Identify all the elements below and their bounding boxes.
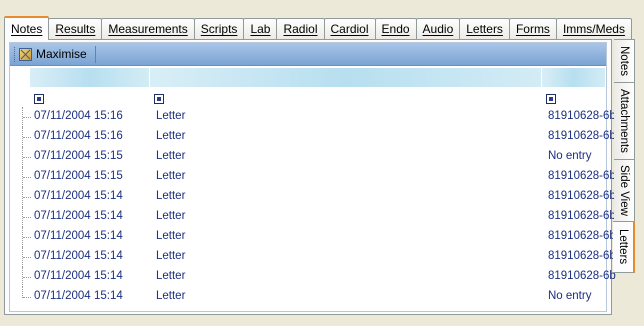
maximise-icon <box>19 47 32 61</box>
side-tab-side-view-label: Side View <box>618 165 630 216</box>
row-type: Letter <box>156 170 186 182</box>
type-column-icon[interactable] <box>154 94 164 104</box>
date-column-icon[interactable] <box>34 94 44 104</box>
row-date: 07/11/2004 <box>34 170 91 182</box>
table-row[interactable]: 07/11/2004 15:16 Letter 81910628-6b <box>10 107 616 127</box>
row-ref: 81910628-6b <box>548 190 616 202</box>
tab-audio[interactable]: Audio <box>415 18 461 39</box>
side-tab-letters-label: Letters <box>617 229 629 265</box>
row-time: 15:16 <box>94 130 123 142</box>
side-tab-attachments-label: Attachments <box>618 89 630 153</box>
table-row[interactable]: 07/11/2004 15:14 Letter 81910628-6b <box>10 207 616 227</box>
letters-rows: 07/11/2004 15:16 Letter 81910628-6b 07/1… <box>10 107 616 307</box>
side-tab-attachments[interactable]: Attachments <box>614 82 635 160</box>
side-tab-notes[interactable]: Notes <box>614 39 635 83</box>
tree-connector <box>22 107 32 127</box>
row-time: 15:14 <box>94 250 123 262</box>
side-tab-notes-label: Notes <box>618 45 630 77</box>
tab-lab[interactable]: Lab <box>243 18 278 39</box>
notes-panel: Maximise 07/11/2004 15:16 Letter 8191062… <box>4 39 616 315</box>
row-date: 07/11/2004 <box>34 250 91 262</box>
row-ref: 81910628-6b <box>548 270 616 282</box>
tree-connector <box>22 167 32 187</box>
tab-radiol[interactable]: Radiol <box>276 18 325 39</box>
side-tab-bar: Notes Attachments Side View Letters <box>613 39 636 273</box>
row-date: 07/11/2004 <box>34 270 91 282</box>
row-ref: 81910628-6b <box>548 130 616 142</box>
list-toolbar: Maximise <box>10 43 606 66</box>
tree-connector <box>22 287 32 298</box>
tree-connector <box>22 147 32 167</box>
tree-connector <box>22 127 32 147</box>
row-date: 07/11/2004 <box>34 150 91 162</box>
tab-cardiol[interactable]: Cardiol <box>323 18 376 39</box>
table-row[interactable]: 07/11/2004 15:16 Letter 81910628-6b <box>10 127 616 147</box>
row-date: 07/11/2004 <box>34 290 91 302</box>
row-time: 15:14 <box>94 190 123 202</box>
row-type: Letter <box>156 270 186 282</box>
row-ref: No entry <box>548 290 592 302</box>
tree-connector <box>22 227 32 247</box>
tree-connector <box>22 187 32 207</box>
row-time: 15:15 <box>94 150 123 162</box>
row-time: 15:14 <box>94 230 123 242</box>
row-ref: 81910628-6b <box>548 250 616 262</box>
row-time: 15:15 <box>94 170 123 182</box>
table-row[interactable]: 07/11/2004 15:15 Letter 81910628-6b <box>10 167 616 187</box>
row-time: 15:14 <box>94 290 123 302</box>
tab-forms[interactable]: Forms <box>508 18 557 39</box>
tab-letters[interactable]: Letters <box>459 18 510 39</box>
column-header-ref[interactable] <box>542 68 606 87</box>
table-row[interactable]: 07/11/2004 15:14 Letter 81910628-6b <box>10 187 616 207</box>
row-date: 07/11/2004 <box>34 110 91 122</box>
row-ref: 81910628-6b <box>548 230 616 242</box>
row-ref: 81910628-6b <box>548 110 616 122</box>
row-ref: No entry <box>548 150 592 162</box>
column-icon-row <box>10 94 606 105</box>
row-type: Letter <box>156 210 186 222</box>
row-time: 15:14 <box>94 270 123 282</box>
row-type: Letter <box>156 150 186 162</box>
tab-results[interactable]: Results <box>48 18 103 39</box>
toolbar-grip[interactable] <box>14 46 16 62</box>
tree-connector <box>22 247 32 267</box>
tree-connector <box>22 207 32 227</box>
row-date: 07/11/2004 <box>34 190 91 202</box>
maximise-label: Maximise <box>36 47 87 61</box>
row-type: Letter <box>156 110 186 122</box>
row-type: Letter <box>156 190 186 202</box>
row-date: 07/11/2004 <box>34 230 91 242</box>
row-type: Letter <box>156 250 186 262</box>
row-ref: 81910628-6b <box>548 210 616 222</box>
side-tab-letters[interactable]: Letters <box>613 221 635 273</box>
ref-column-icon[interactable] <box>546 94 556 104</box>
table-row[interactable]: 07/11/2004 15:14 Letter 81910628-6b <box>10 267 616 287</box>
tab-measurements[interactable]: Measurements <box>101 18 195 39</box>
column-header-date[interactable] <box>30 68 150 87</box>
tree-connector <box>22 267 32 287</box>
table-row[interactable]: 07/11/2004 15:14 Letter 81910628-6b <box>10 227 616 247</box>
top-tab-bar: Notes Results Measurements Scripts Lab R… <box>4 16 632 40</box>
row-time: 15:14 <box>94 210 123 222</box>
table-row[interactable]: 07/11/2004 15:14 Letter 81910628-6b <box>10 247 616 267</box>
tab-imms-meds[interactable]: Imms/Meds <box>555 18 632 39</box>
row-type: Letter <box>156 130 186 142</box>
row-date: 07/11/2004 <box>34 210 91 222</box>
row-time: 15:16 <box>94 110 123 122</box>
row-ref: 81910628-6b <box>548 170 616 182</box>
row-date: 07/11/2004 <box>34 130 91 142</box>
table-row[interactable]: 07/11/2004 15:15 Letter No entry <box>10 147 606 167</box>
tab-scripts[interactable]: Scripts <box>193 18 245 39</box>
table-row[interactable]: 07/11/2004 15:14 Letter No entry <box>10 287 606 307</box>
letters-list-view: Maximise 07/11/2004 15:16 Letter 8191062… <box>9 42 616 312</box>
column-header-type[interactable] <box>150 68 542 87</box>
tab-notes[interactable]: Notes <box>4 16 50 40</box>
row-type: Letter <box>156 230 186 242</box>
side-tab-side-view[interactable]: Side View <box>614 159 635 222</box>
maximise-button[interactable]: Maximise <box>19 45 96 63</box>
tab-endo[interactable]: Endo <box>374 18 417 39</box>
row-type: Letter <box>156 290 186 302</box>
